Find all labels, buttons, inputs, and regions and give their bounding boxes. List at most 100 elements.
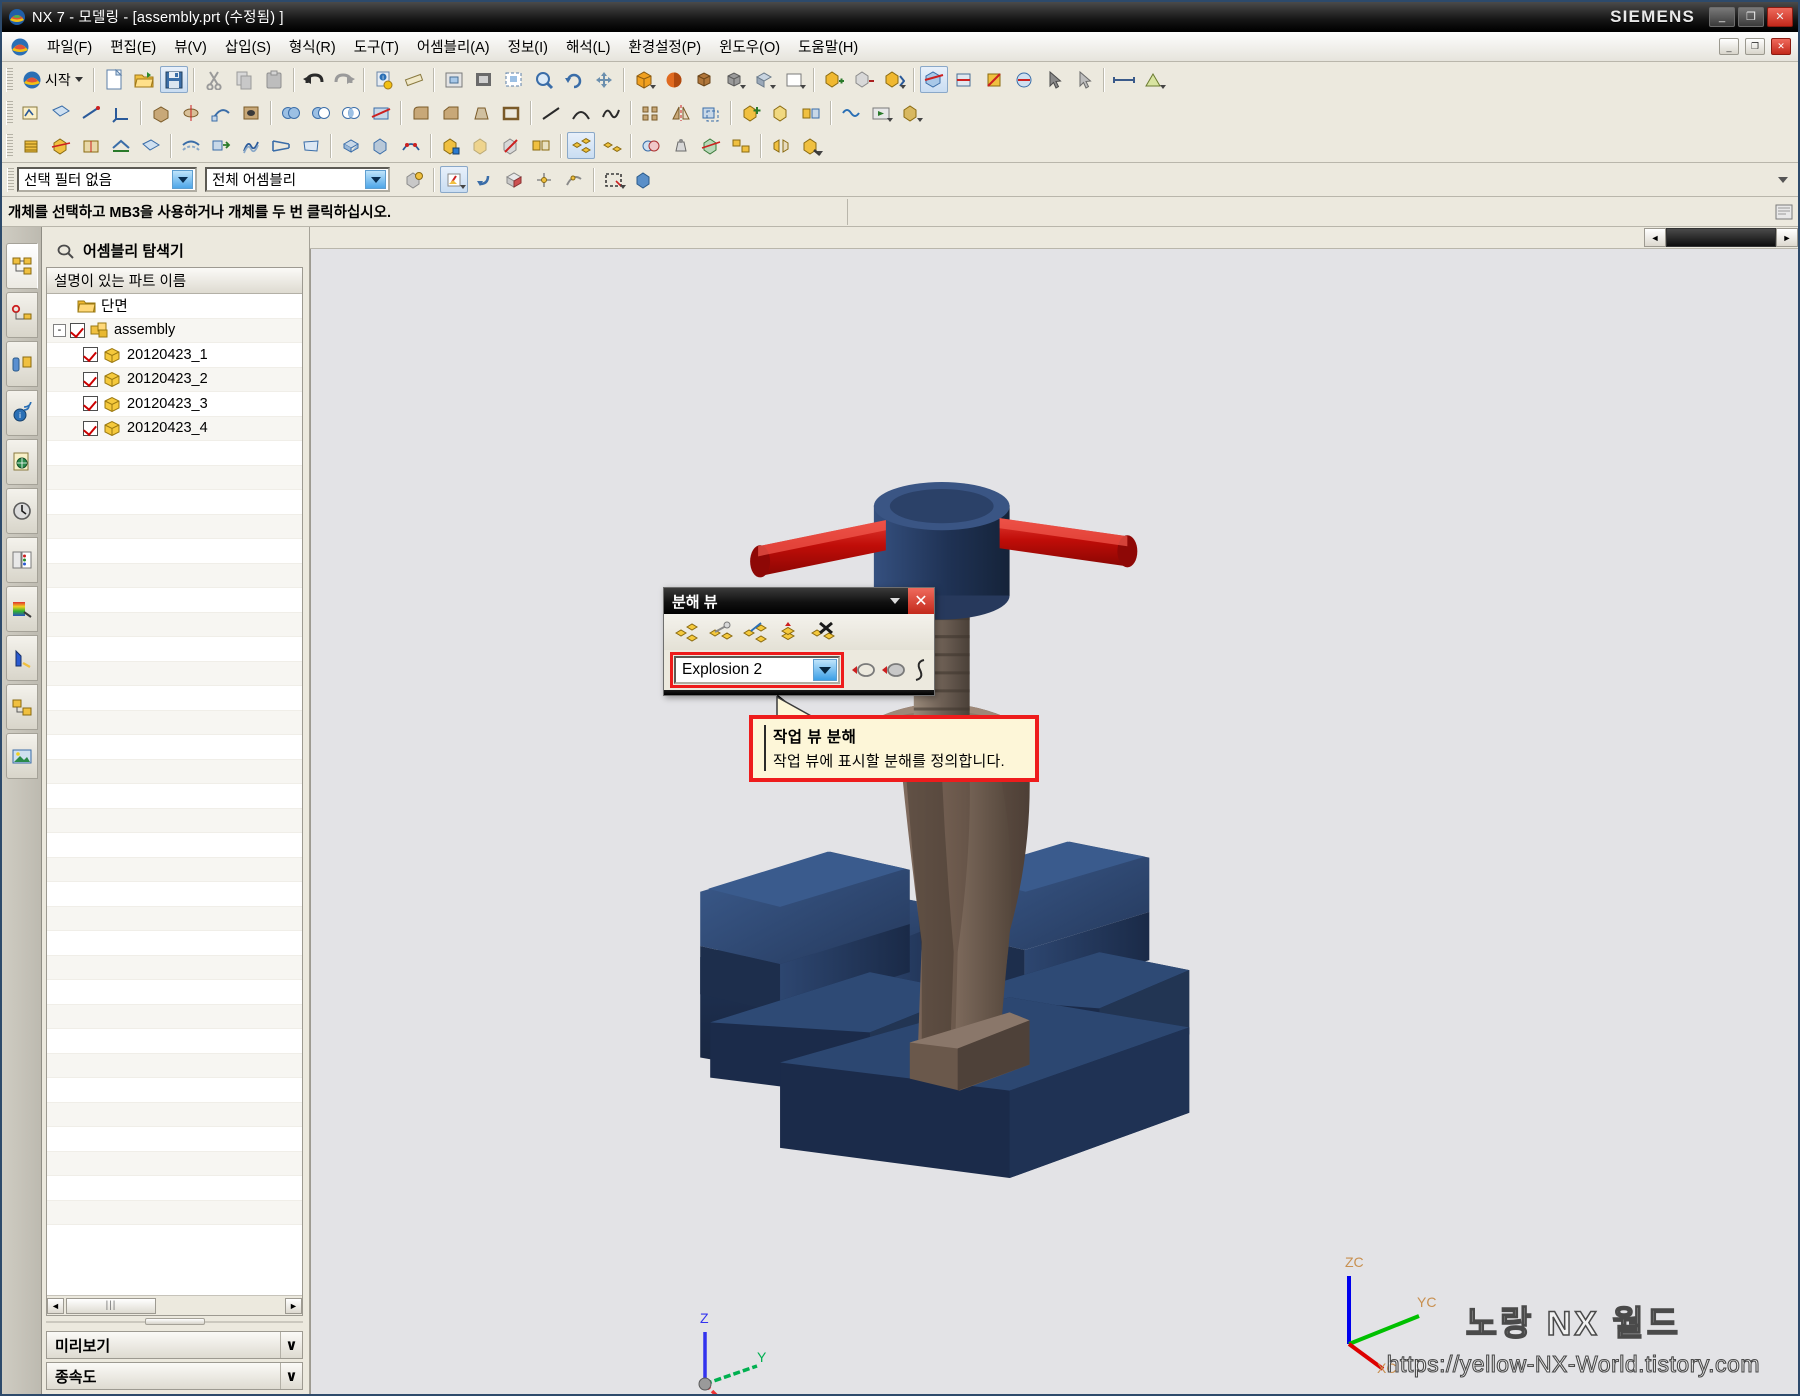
menu-format[interactable]: 형식(R) xyxy=(280,33,345,60)
toolbar-grip[interactable] xyxy=(6,67,13,92)
tree-row-component-4[interactable]: 20120423_4 xyxy=(47,416,302,441)
tree-row-component-2[interactable]: 20120423_2 xyxy=(47,367,302,392)
weight-management-icon[interactable] xyxy=(667,132,695,159)
reference-set-icon[interactable] xyxy=(527,132,555,159)
vise-clamp-assembly-model[interactable] xyxy=(311,249,1798,1394)
show-view-of-component-icon[interactable] xyxy=(880,656,906,684)
assembly-navigator-icon[interactable] xyxy=(5,243,38,289)
toolbar-grip-2[interactable] xyxy=(6,100,13,125)
scroll-left-icon[interactable]: ◄ xyxy=(47,1297,64,1314)
datum-axis-icon[interactable] xyxy=(77,99,105,126)
work-view-section-icon[interactable] xyxy=(980,66,1008,93)
cut-icon[interactable] xyxy=(200,66,228,93)
redo-icon[interactable] xyxy=(330,66,358,93)
exploded-view-close-button[interactable]: ✕ xyxy=(908,588,934,614)
show-hide-icon[interactable] xyxy=(820,66,848,93)
window-restore-button[interactable]: ❐ xyxy=(1738,6,1764,27)
menu-view[interactable]: 뷰(V) xyxy=(165,33,216,60)
chevron-down-icon[interactable] xyxy=(649,85,656,89)
dependencies-panel[interactable]: 종속도 ∨ xyxy=(46,1362,303,1390)
copy-icon[interactable] xyxy=(230,66,258,93)
spline-icon[interactable] xyxy=(597,99,625,126)
component-transparency-icon[interactable] xyxy=(467,132,495,159)
web-browser-icon[interactable] xyxy=(5,635,38,681)
split-body-icon[interactable] xyxy=(47,132,75,159)
back-icon[interactable] xyxy=(470,166,498,193)
tree-expander-assembly[interactable]: - xyxy=(53,323,66,337)
reuse-library-icon[interactable]: i xyxy=(5,390,38,436)
chamfer-icon[interactable] xyxy=(437,99,465,126)
divide-face-icon[interactable] xyxy=(77,132,105,159)
menu-tools[interactable]: 도구(T) xyxy=(345,33,408,60)
save-icon[interactable] xyxy=(159,66,188,93)
tree-checkbox-component-2[interactable] xyxy=(83,371,98,387)
chevron-down-icon-preview[interactable]: ∨ xyxy=(280,1332,302,1358)
info-object-icon[interactable]: i xyxy=(370,66,398,93)
shaded-with-edges-icon[interactable] xyxy=(630,66,658,93)
exploded-view-dialog[interactable]: 분해 뷰 ✕ Explosion 2 xyxy=(663,587,935,696)
scroll-thumb[interactable]: ||| xyxy=(66,1297,156,1314)
fit-window-icon[interactable] xyxy=(440,66,468,93)
tab-scroll-left-icon[interactable]: ◄ xyxy=(1644,228,1666,247)
trim-body-icon[interactable] xyxy=(367,99,395,126)
document-close-button[interactable]: ✕ xyxy=(1771,38,1791,55)
unite-icon[interactable] xyxy=(277,99,305,126)
arrangement-icon[interactable] xyxy=(727,132,755,159)
unexplode-component-icon[interactable] xyxy=(597,132,625,159)
document-restore-button[interactable]: ❐ xyxy=(1745,38,1765,55)
unexplode-component-icon[interactable] xyxy=(774,618,804,646)
assembly-cut-icon[interactable] xyxy=(697,132,725,159)
tree-row-section[interactable]: 단면 xyxy=(47,294,302,319)
chevron-down-icon-9[interactable] xyxy=(817,151,823,155)
view-section-alt-icon[interactable] xyxy=(1010,66,1038,93)
measure-distance-icon[interactable] xyxy=(1110,66,1138,93)
measure-icon[interactable] xyxy=(400,66,428,93)
solid-select-icon[interactable] xyxy=(630,166,658,193)
window-minimize-button[interactable]: _ xyxy=(1709,6,1735,27)
chevron-down-icon-4[interactable] xyxy=(799,85,806,89)
selection-scope-combo[interactable]: 전체 어셈블리 xyxy=(205,167,390,192)
tree-row-assembly[interactable]: - assembly xyxy=(47,318,302,343)
menu-preferences[interactable]: 환경설정(P) xyxy=(619,33,710,60)
roles-icon[interactable] xyxy=(5,537,38,583)
chevron-down-icon-5[interactable] xyxy=(899,85,906,89)
paste-icon[interactable] xyxy=(260,66,288,93)
select-cursor-icon[interactable] xyxy=(1070,66,1098,93)
chevron-down-icon-3[interactable] xyxy=(769,85,776,89)
scroll-right-icon[interactable]: ► xyxy=(285,1297,302,1314)
offset-face-icon[interactable] xyxy=(697,99,725,126)
datum-plane-icon[interactable] xyxy=(47,99,75,126)
chevron-down-icon-dialog[interactable] xyxy=(890,598,900,604)
wave-geometry-icon[interactable] xyxy=(837,99,865,126)
thicken-icon[interactable] xyxy=(337,132,365,159)
process-studio-icon[interactable] xyxy=(5,684,38,730)
wireframe-icon[interactable] xyxy=(690,66,718,93)
line-icon[interactable] xyxy=(537,99,565,126)
history-icon[interactable] xyxy=(5,488,38,534)
through-curves-icon[interactable] xyxy=(237,132,265,159)
tree-row-component-1[interactable]: 20120423_1 xyxy=(47,343,302,368)
chevron-down-icon-6[interactable] xyxy=(1159,85,1166,89)
menu-help[interactable]: 도움말(H) xyxy=(789,33,867,60)
constraint-navigator-icon[interactable] xyxy=(5,292,38,338)
selection-filter-combo[interactable]: 선택 필터 없음 xyxy=(17,167,197,192)
menu-window[interactable]: 윈도우(O) xyxy=(710,33,789,60)
tree-column-header[interactable]: 설명이 있는 파트 이름 xyxy=(47,268,302,294)
zoom-region-icon[interactable] xyxy=(500,66,528,93)
edge-blend-icon[interactable] xyxy=(407,99,435,126)
create-component-icon[interactable] xyxy=(767,99,795,126)
assembly-constraint-icon[interactable] xyxy=(797,99,825,126)
patch-icon[interactable] xyxy=(137,132,165,159)
revolve-icon[interactable] xyxy=(177,99,205,126)
tab-scroll-right-icon[interactable]: ► xyxy=(1776,228,1798,247)
menu-information[interactable]: 정보(I) xyxy=(499,33,557,60)
curve-snap-icon[interactable] xyxy=(560,166,588,193)
chevron-down-icon-scope[interactable] xyxy=(365,170,386,189)
snap-point-icon[interactable] xyxy=(440,166,468,193)
chevron-down-icon-dependencies[interactable]: ∨ xyxy=(280,1363,302,1389)
undo-icon[interactable] xyxy=(300,66,328,93)
html-help-icon[interactable] xyxy=(5,439,38,485)
create-explosion-icon[interactable] xyxy=(672,618,702,646)
chevron-down-icon-2[interactable] xyxy=(739,85,746,89)
pattern-feature-icon[interactable] xyxy=(637,99,665,126)
